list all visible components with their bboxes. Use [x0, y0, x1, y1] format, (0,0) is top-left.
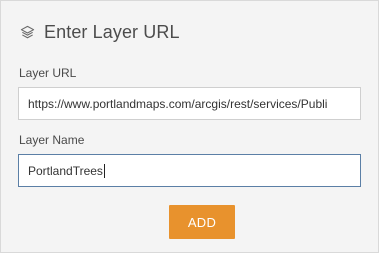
layer-name-input[interactable]: PortlandTrees	[18, 154, 361, 187]
text-cursor	[103, 163, 105, 178]
panel-header: Enter Layer URL	[19, 19, 180, 45]
layer-name-value: PortlandTrees	[28, 163, 103, 178]
layer-url-value: https://www.portlandmaps.com/arcgis/rest…	[28, 96, 328, 111]
add-button[interactable]: ADD	[169, 205, 235, 239]
enter-layer-url-panel: Enter Layer URL Layer URL https://www.po…	[0, 0, 379, 253]
layer-url-input[interactable]: https://www.portlandmaps.com/arcgis/rest…	[18, 87, 361, 120]
panel-title: Enter Layer URL	[44, 21, 180, 42]
layer-url-label: Layer URL	[19, 66, 77, 80]
layers-icon	[19, 24, 36, 41]
layer-name-label: Layer Name	[19, 133, 85, 147]
